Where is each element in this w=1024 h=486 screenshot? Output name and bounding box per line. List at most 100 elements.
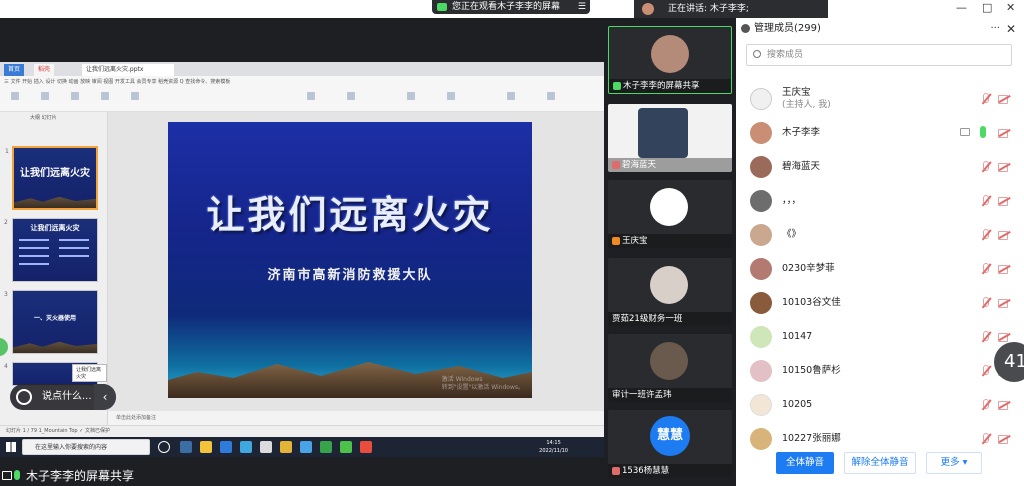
member-search-input[interactable]: 搜索成员: [746, 44, 1012, 66]
speaking-banner: 正在讲话: 木子李李;: [634, 0, 828, 18]
list-item[interactable]: 0230辛梦菲: [736, 252, 1024, 286]
avatar: [650, 266, 688, 304]
watching-banner[interactable]: 您正在观看木子李李的屏幕 ☰: [432, 0, 590, 14]
slide-canvas[interactable]: 让我们远离火灾 济南市高新消防救援大队 激活 Windows 转到"设置"以激活…: [168, 122, 532, 398]
ribbon-icon[interactable]: [124, 92, 146, 108]
camera-off-icon[interactable]: [998, 332, 1010, 342]
panel-title: 管理成员(299): [754, 23, 821, 34]
thumb-slide-1[interactable]: 1 让我们远离火灾: [5, 146, 98, 210]
ribbon-icon[interactable]: [34, 92, 56, 108]
ribbon-icon[interactable]: [94, 92, 116, 108]
camera-off-icon[interactable]: [998, 162, 1010, 172]
tab-home[interactable]: 首页: [4, 64, 25, 76]
mic-off-icon[interactable]: [980, 229, 990, 241]
list-item[interactable]: 10150鲁萨杉: [736, 354, 1024, 388]
camera-off-icon[interactable]: [998, 230, 1010, 240]
video-tile[interactable]: 审计一班许孟玮: [608, 334, 732, 402]
unmute-all-button[interactable]: 解除全体静音: [844, 452, 916, 474]
mic-off-icon[interactable]: [980, 399, 990, 411]
list-item[interactable]: ，，，: [736, 184, 1024, 218]
ribbon-icon[interactable]: [4, 92, 26, 108]
camera-off-icon[interactable]: [998, 400, 1010, 410]
more-icon[interactable]: ···: [990, 18, 1000, 40]
maximize-button[interactable]: □: [982, 0, 992, 18]
app-icon[interactable]: [280, 441, 292, 453]
smile-icon[interactable]: [16, 389, 32, 405]
thumb-header[interactable]: 大纲 幻灯片: [30, 114, 57, 121]
mic-off-icon[interactable]: [980, 263, 990, 275]
member-name: 10147: [782, 331, 813, 342]
taskbar-clock[interactable]: 14:15 2022/11/10: [539, 439, 568, 455]
list-item[interactable]: 《》: [736, 218, 1024, 252]
thumb-title: 让我们远离火灾: [20, 168, 90, 179]
more-button[interactable]: 更多 ▾: [926, 452, 982, 474]
tab-docer[interactable]: 稻壳: [34, 64, 55, 76]
camera-off-icon[interactable]: [998, 298, 1010, 308]
list-item[interactable]: 10147: [736, 320, 1024, 354]
list-item[interactable]: 木子李李: [736, 116, 1024, 150]
camera-off-icon[interactable]: [998, 264, 1010, 274]
wechat-icon[interactable]: [340, 441, 352, 453]
wps-tab-bar: 首页 稻壳 让我们远离火灾.pptx: [0, 62, 604, 76]
thumb-slide-3[interactable]: 3 一、灭火器使用: [4, 290, 98, 354]
camera-off-icon[interactable]: [998, 128, 1010, 138]
video-tile[interactable]: 碧海蓝天: [608, 104, 732, 172]
windows-start-icon[interactable]: [6, 442, 16, 452]
list-item[interactable]: 10103谷文佳: [736, 286, 1024, 320]
minimize-button[interactable]: —: [956, 0, 967, 18]
close-window-button[interactable]: ✕: [1006, 0, 1015, 18]
ribbon-icon[interactable]: [500, 92, 522, 108]
mic-off-icon[interactable]: [980, 297, 990, 309]
member-name: 王庆宝 (主持人, 我): [782, 87, 831, 110]
cortana-icon[interactable]: [158, 441, 170, 453]
video-tile[interactable]: 贾茹21级财务一班: [608, 258, 732, 326]
ribbon-icon[interactable]: [540, 92, 562, 108]
explorer-icon[interactable]: [200, 441, 212, 453]
chat-input[interactable]: 说点什么... ‹: [10, 384, 116, 410]
mute-all-button[interactable]: 全体静音: [776, 452, 834, 474]
ribbon-icon[interactable]: [64, 92, 86, 108]
member-name: 10205: [782, 399, 813, 410]
list-item[interactable]: 王庆宝 (主持人, 我): [736, 82, 1024, 116]
video-tile[interactable]: 慧慧 1536杨慧慧: [608, 410, 732, 478]
camera-off-icon[interactable]: [998, 434, 1010, 444]
browser-icon[interactable]: [240, 441, 252, 453]
menu-icon[interactable]: ☰: [578, 0, 586, 14]
mic-off-icon[interactable]: [980, 195, 990, 207]
video-tile[interactable]: 木子李李的屏幕共享: [608, 26, 732, 94]
ribbon-icon[interactable]: [340, 92, 362, 108]
edge-icon[interactable]: [220, 441, 232, 453]
close-icon[interactable]: ✕: [1006, 18, 1016, 40]
tab-pptx[interactable]: 让我们远离火灾.pptx: [82, 64, 174, 76]
mic-off-icon[interactable]: [980, 93, 990, 105]
wps-menu-bar[interactable]: 三 文件 开始 插入 设计 切换 动画 放映 审阅 视图 开发工具 会员专享 稻…: [0, 76, 604, 88]
mic-off-icon[interactable]: [980, 433, 990, 445]
camera-off-icon[interactable]: [998, 196, 1010, 206]
avatar: 慧慧: [650, 416, 690, 456]
camera-off-icon[interactable]: [998, 94, 1010, 104]
list-item[interactable]: 10227张丽娜: [736, 422, 1024, 452]
mic-on-icon[interactable]: [980, 126, 986, 138]
thumb-tooltip: 让我们远离火灾: [72, 364, 107, 382]
ribbon-icon[interactable]: [400, 92, 422, 108]
mic-off-icon[interactable]: [980, 365, 990, 377]
avatar: [750, 122, 772, 144]
app-icon[interactable]: [360, 441, 372, 453]
mic-off-icon[interactable]: [980, 331, 990, 343]
thumb-slide-2[interactable]: 2 让我们远离火灾: [4, 218, 98, 282]
notes-area[interactable]: 单击此处添加备注: [108, 411, 604, 425]
mic-off-icon[interactable]: [980, 161, 990, 173]
list-item[interactable]: 10205: [736, 388, 1024, 422]
app-icon[interactable]: [320, 441, 332, 453]
taskbar-search[interactable]: 在这里输入你要搜索的内容: [22, 439, 150, 455]
ribbon-icon[interactable]: [440, 92, 462, 108]
taskview-icon[interactable]: [180, 441, 192, 453]
member-name: 木子李李: [782, 127, 821, 138]
slide-editor: 让我们远离火灾 济南市高新消防救援大队 激活 Windows 转到"设置"以激活…: [108, 112, 604, 425]
video-tile[interactable]: 王庆宝: [608, 180, 732, 248]
search-icon: [753, 50, 761, 58]
store-icon[interactable]: [260, 441, 272, 453]
list-item[interactable]: 碧海蓝天: [736, 150, 1024, 184]
ribbon-icon[interactable]: [300, 92, 322, 108]
app-icon[interactable]: [300, 441, 312, 453]
